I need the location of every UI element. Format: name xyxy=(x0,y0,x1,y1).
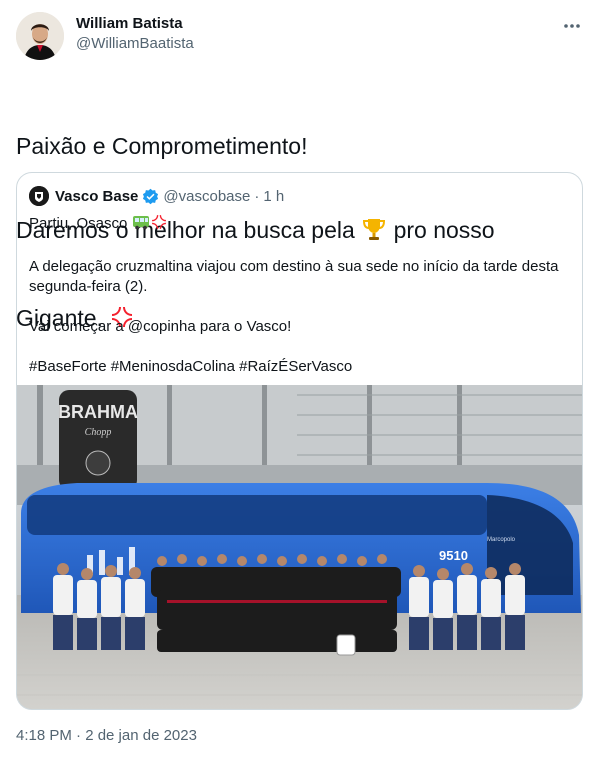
vasco-crest-icon xyxy=(29,186,49,206)
quoted-hashtags[interactable]: #BaseForte #MeninosdaColina #RaízÉSerVas… xyxy=(29,357,569,377)
quoted-time[interactable]: 1 h xyxy=(263,188,284,205)
quoted-avatar xyxy=(29,186,49,206)
verified-badge-icon xyxy=(143,188,159,204)
quoted-photo[interactable]: BRAHMA Chopp 9510 Marcopolo xyxy=(17,385,582,709)
bus-icon xyxy=(132,213,150,237)
quoted-display-name[interactable]: Vasco Base xyxy=(55,188,138,205)
author-names: William Batista @WilliamBaatista xyxy=(76,14,194,54)
anger-symbol-icon xyxy=(150,213,168,237)
quoted-separator: · xyxy=(254,187,260,205)
tweet: William Batista @WilliamBaatista Paixão … xyxy=(0,0,598,762)
more-dots-icon xyxy=(564,24,580,28)
quoted-paragraph-1-text: Partiu, Osasco xyxy=(29,215,132,232)
quoted-paragraph-1: Partiu, Osasco xyxy=(29,213,569,237)
avatar-image xyxy=(16,12,64,60)
team-bus-photo: BRAHMA Chopp 9510 Marcopolo xyxy=(17,385,582,709)
author-display-name[interactable]: William Batista xyxy=(76,14,194,34)
quoted-header: Vasco Base @vascobase · 1 h xyxy=(29,185,284,207)
quoted-paragraph-3: Vai começar a @copinha para o Vasco! xyxy=(29,318,292,335)
quoted-paragraph-2: A delegação cruzmaltina viajou com desti… xyxy=(29,258,559,295)
quoted-handle[interactable]: @vascobase xyxy=(163,188,250,205)
quoted-tweet[interactable]: Vasco Base @vascobase · 1 h Partiu, Osas… xyxy=(16,172,583,710)
tweet-line-1: Paixão e Comprometimento! xyxy=(16,133,308,159)
quoted-text: Partiu, Osasco A delegação cruzmaltina v… xyxy=(29,213,569,377)
brahma-banner-text: BRAHMA xyxy=(58,402,138,422)
more-options-button[interactable] xyxy=(562,16,582,36)
brahma-banner-sub: Chopp xyxy=(85,427,112,438)
author-handle[interactable]: @WilliamBaatista xyxy=(76,34,194,54)
bus-brand-text: Marcopolo xyxy=(487,537,516,543)
tweet-timestamp[interactable]: 4:18 PM · 2 de jan de 2023 xyxy=(16,726,197,746)
bus-number-text: 9510 xyxy=(439,548,468,563)
avatar[interactable] xyxy=(16,12,64,60)
